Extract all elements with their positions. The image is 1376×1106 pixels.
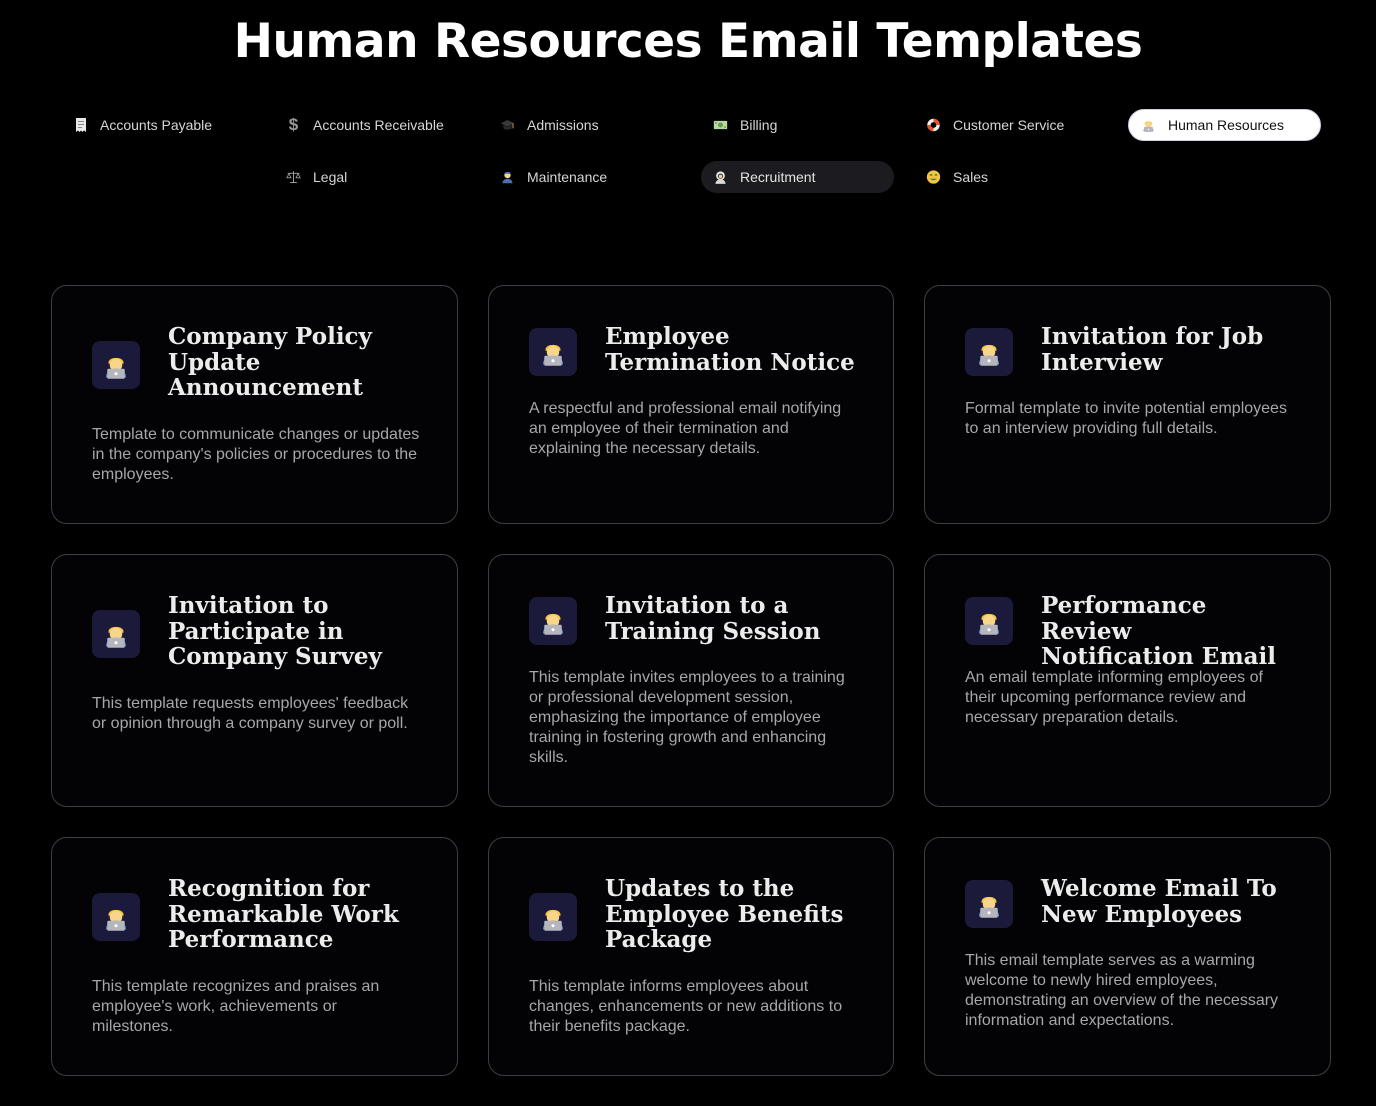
lifebuoy-icon (926, 118, 941, 133)
template-description: This email template serves as a warming … (965, 952, 1279, 1029)
template-title: Company Policy Update Announcement (168, 323, 372, 401)
technologist-icon (965, 597, 1013, 645)
template-description: This template requests employees' feedba… (92, 695, 409, 732)
template-title: Invitation for Job Interview (1041, 323, 1264, 376)
template-title: Invitation to Participate in Company Sur… (168, 592, 382, 670)
template-title: Welcome Email To New Employees (1041, 875, 1277, 928)
template-description: An email template informing employees of… (965, 669, 1263, 726)
template-description: Formal template to invite potential empl… (965, 400, 1287, 437)
category-label: Recruitment (740, 169, 816, 185)
category-sales[interactable]: Sales (914, 161, 1107, 193)
template-title: Employee Termination Notice (605, 323, 855, 376)
technologist-icon (92, 610, 140, 658)
template-card[interactable]: Invitation for Job Interview Formal temp… (924, 285, 1331, 524)
technologist-icon (92, 893, 140, 941)
money-mouth-face-icon (926, 170, 941, 185)
technologist-icon (965, 328, 1013, 376)
receipt-icon (73, 118, 88, 133)
template-description: This template informs employees about ch… (529, 978, 843, 1035)
dollar-sign-icon: $ (288, 115, 299, 134)
category-admissions[interactable]: Admissions (488, 109, 681, 141)
category-label: Accounts Payable (100, 117, 213, 133)
template-description: This template invites employees to a tra… (529, 669, 845, 766)
astronaut-icon (713, 170, 728, 185)
category-customer-service[interactable]: Customer Service (914, 109, 1107, 141)
graduation-cap-icon (500, 118, 515, 133)
technologist-icon (529, 893, 577, 941)
category-label: Accounts Receivable (313, 117, 444, 133)
template-title: Updates to the Employee Benefits Package (605, 875, 844, 953)
category-accounts-payable[interactable]: Accounts Payable (61, 109, 254, 141)
category-label: Admissions (527, 117, 599, 133)
template-card[interactable]: Invitation to Participate in Company Sur… (51, 554, 458, 807)
technologist-icon (965, 880, 1013, 928)
mechanic-icon (500, 170, 515, 185)
technologist-icon (92, 341, 140, 389)
category-recruitment[interactable]: Recruitment (701, 161, 894, 193)
template-description: A respectful and professional email noti… (529, 400, 842, 457)
page-title: Human Resources Email Templates (233, 14, 1143, 69)
technologist-icon (1141, 118, 1156, 133)
technologist-icon (529, 597, 577, 645)
category-legal[interactable]: Legal (274, 161, 467, 193)
category-label: Billing (740, 117, 778, 133)
category-maintenance[interactable]: Maintenance (488, 161, 681, 193)
template-card[interactable]: Invitation to a Training Session This te… (488, 554, 894, 807)
template-title: Performance Review Notification Email (1041, 592, 1277, 670)
template-description: Template to communicate changes or updat… (92, 426, 420, 483)
template-card[interactable]: Updates to the Employee Benefits Package… (488, 837, 894, 1076)
category-label: Legal (313, 169, 348, 185)
template-card[interactable]: Recognition for Remarkable Work Performa… (51, 837, 458, 1076)
template-card[interactable]: Welcome Email To New Employees This emai… (924, 837, 1331, 1076)
template-title: Invitation to a Training Session (605, 592, 821, 645)
template-card[interactable]: Employee Termination Notice A respectful… (488, 285, 894, 524)
technologist-icon (529, 328, 577, 376)
category-label: Sales (953, 169, 989, 185)
template-card[interactable]: Company Policy Update Announcement Templ… (51, 285, 458, 524)
category-human-resources[interactable]: Human Resources (1128, 109, 1321, 141)
category-label: Maintenance (527, 169, 608, 185)
template-card[interactable]: Performance Review Notification Email An… (924, 554, 1331, 807)
template-description: This template recognizes and praises an … (92, 978, 380, 1035)
category-label: Human Resources (1168, 117, 1284, 133)
balance-scale-icon (286, 170, 301, 185)
dollar-banknote-icon (713, 118, 728, 133)
category-billing[interactable]: Billing (701, 109, 894, 141)
category-accounts-receivable[interactable]: $ Accounts Receivable (274, 109, 467, 141)
template-title: Recognition for Remarkable Work Performa… (168, 875, 399, 953)
category-label: Customer Service (953, 117, 1065, 133)
